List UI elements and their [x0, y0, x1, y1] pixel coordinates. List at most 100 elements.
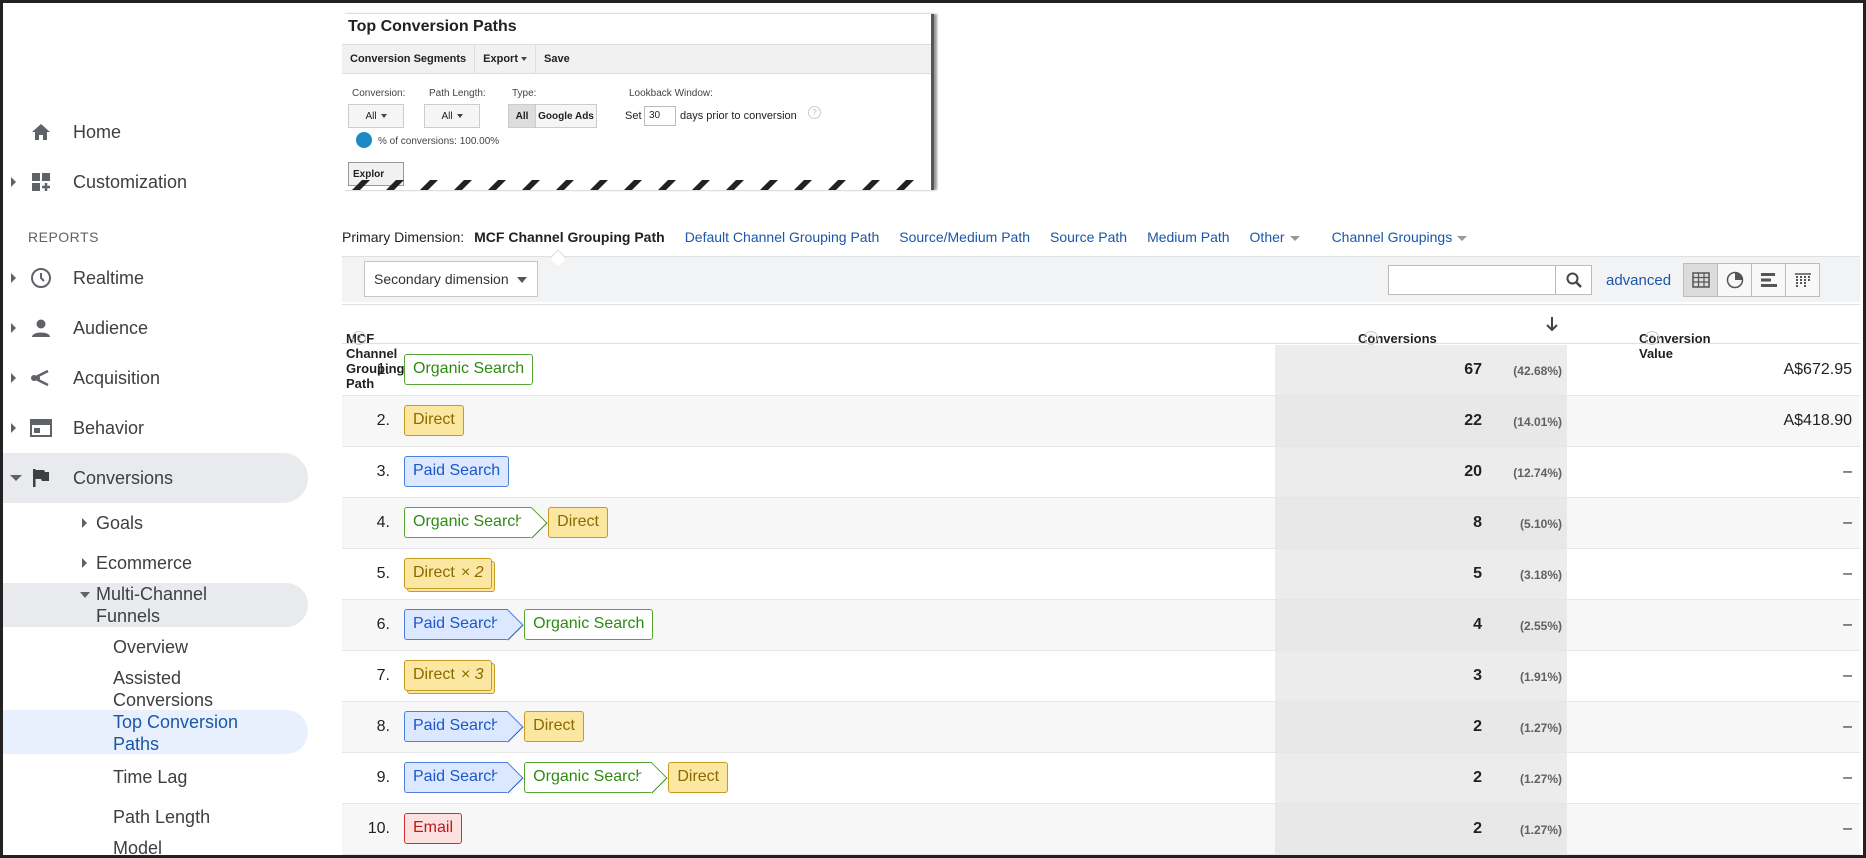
report-toolbar: Conversion Segments Export Save: [342, 44, 931, 74]
dimension-source-medium-path[interactable]: Source/Medium Path: [899, 229, 1030, 245]
conversion-path: Direct × 3: [404, 659, 493, 691]
nav-model-comparison[interactable]: Model: [113, 837, 162, 855]
bar-chart-icon: [1760, 273, 1777, 287]
channel-tag-email: Email: [404, 812, 463, 844]
search-button[interactable]: [1556, 265, 1592, 295]
conversion-select[interactable]: All: [348, 104, 404, 128]
acquisition-icon: [30, 367, 52, 389]
dimension-medium-path[interactable]: Medium Path: [1147, 229, 1229, 245]
table-row: 2. Direct 22 (14.01%) A$418.90: [342, 396, 1860, 447]
advanced-filter-link[interactable]: advanced: [1606, 272, 1671, 289]
dimension-source-path[interactable]: Source Path: [1050, 229, 1127, 245]
table-row: 5. Direct × 2 5 (3.18%) –: [342, 549, 1860, 600]
chevron-down-icon: [80, 592, 90, 598]
help-icon[interactable]: ?: [1364, 331, 1378, 345]
reports-heading: REPORTS: [28, 229, 99, 245]
nav-realtime[interactable]: Realtime: [3, 253, 308, 303]
nav-assisted-conversions[interactable]: Assisted Conversions: [113, 667, 213, 711]
pie-chart-icon: [1726, 271, 1743, 289]
table-row: 6. Paid Search Organic Search 4 (2.55%) …: [342, 600, 1860, 651]
conversion-path: Organic Search: [404, 353, 534, 385]
help-icon[interactable]: ?: [1645, 331, 1659, 345]
nav-top-conversion-paths[interactable]: Top Conversion Paths: [113, 711, 238, 755]
nav-time-lag[interactable]: Time Lag: [113, 766, 187, 788]
sort-descending-icon[interactable]: [1545, 316, 1559, 332]
help-icon[interactable]: ?: [352, 331, 366, 345]
channel-tag-paid-search: Paid Search: [404, 710, 509, 742]
table-row: 3. Paid Search 20 (12.74%) –: [342, 447, 1860, 498]
nav-goals[interactable]: Goals: [82, 512, 143, 534]
table-row: 4. Organic Search Direct 8 (5.10%) –: [342, 498, 1860, 549]
nav-multi-channel-funnels[interactable]: Multi-Channel Funnels: [80, 583, 207, 627]
nav-path-length[interactable]: Path Length: [113, 806, 210, 828]
chevron-down-icon: [10, 475, 22, 481]
view-switcher: [1683, 263, 1820, 297]
channel-tag-direct: Direct: [548, 506, 608, 538]
nav-overview[interactable]: Overview: [113, 636, 188, 658]
caret-down-icon: [517, 277, 527, 283]
sidebar: Home Customization REPORTS Realtime Audi…: [3, 3, 323, 855]
table-search-input[interactable]: [1388, 265, 1556, 295]
nav-behavior[interactable]: Behavior: [3, 403, 308, 453]
conversion-segments-button[interactable]: Conversion Segments: [342, 45, 476, 73]
conversion-path: Direct: [404, 404, 464, 436]
chevron-right-icon: [11, 373, 16, 383]
nav-audience[interactable]: Audience: [3, 303, 308, 353]
comparison-view-button[interactable]: [1785, 263, 1820, 297]
type-all-button[interactable]: All: [508, 104, 536, 128]
dimension-default-channel-grouping-path[interactable]: Default Channel Grouping Path: [685, 229, 880, 245]
conversion-path: Email: [404, 812, 463, 844]
nav-customization[interactable]: Customization: [3, 157, 308, 207]
secondary-dimension-dropdown[interactable]: Secondary dimension: [364, 261, 538, 297]
help-icon[interactable]: ?: [808, 106, 821, 119]
conversion-path: Paid Search Organic Search Direct: [404, 761, 729, 793]
export-button[interactable]: Export: [475, 45, 537, 73]
channel-tag-direct: Direct: [524, 710, 584, 742]
conversion-path: Direct × 2: [404, 557, 493, 589]
pie-view-button[interactable]: [1717, 263, 1752, 297]
segment-dot-icon: [356, 132, 372, 148]
flag-icon: [30, 467, 52, 489]
channel-tag-organic-search: Organic Search: [524, 761, 653, 793]
channel-tag-direct: Direct: [668, 761, 729, 793]
report-title: Top Conversion Paths: [348, 18, 517, 35]
dimension-other-dropdown[interactable]: Other: [1250, 229, 1300, 245]
conversion-path: Paid Search: [404, 455, 510, 487]
channel-groupings-dropdown[interactable]: Channel Groupings: [1332, 229, 1468, 245]
behavior-icon: [30, 417, 52, 439]
conversion-path: Organic Search Direct: [404, 506, 608, 538]
chevron-right-icon: [82, 518, 87, 528]
conversion-path: Paid Search Organic Search: [404, 608, 654, 640]
save-button[interactable]: Save: [536, 45, 578, 73]
home-icon: [30, 121, 52, 143]
table-row: 9. Paid Search Organic Search Direct 2 (…: [342, 753, 1860, 804]
dimension-mcf-channel-grouping-path[interactable]: MCF Channel Grouping Path: [474, 229, 665, 245]
path-length-select[interactable]: All: [424, 104, 480, 128]
type-google-ads-button[interactable]: Google Ads: [535, 104, 597, 128]
nav-home[interactable]: Home: [3, 107, 308, 157]
clock-icon: [30, 267, 52, 289]
nav-acquisition[interactable]: Acquisition: [3, 353, 308, 403]
lookback-days-input[interactable]: 30: [644, 106, 676, 126]
table-toolbar: Secondary dimension advanced: [342, 256, 1860, 302]
comparison-icon: [1794, 273, 1811, 287]
nav-ecommerce[interactable]: Ecommerce: [82, 552, 192, 574]
channel-tag-direct-repeated: Direct × 2: [404, 557, 493, 589]
chevron-right-icon: [11, 177, 16, 187]
chevron-right-icon: [11, 323, 16, 333]
nav-conversions[interactable]: Conversions: [3, 453, 308, 503]
chevron-right-icon: [82, 558, 87, 568]
table-row: 1. Organic Search 67 (42.68%) A$672.95: [342, 345, 1860, 396]
grid-icon: [1691, 272, 1710, 288]
channel-tag-organic-search: Organic Search: [404, 353, 534, 385]
chevron-right-icon: [11, 273, 16, 283]
channel-tag-paid-search: Paid Search: [404, 608, 509, 640]
table-header: MCF Channel Grouping Path? Conversions? …: [342, 304, 1860, 391]
report-header-panel: Top Conversion Paths Conversion Segments…: [342, 14, 934, 190]
table-view-button[interactable]: [1683, 263, 1718, 297]
caret-down-icon: [1289, 235, 1300, 241]
caret-down-icon: [456, 114, 463, 118]
person-icon: [30, 317, 52, 339]
channel-tag-paid-search: Paid Search: [404, 761, 509, 793]
performance-view-button[interactable]: [1751, 263, 1786, 297]
